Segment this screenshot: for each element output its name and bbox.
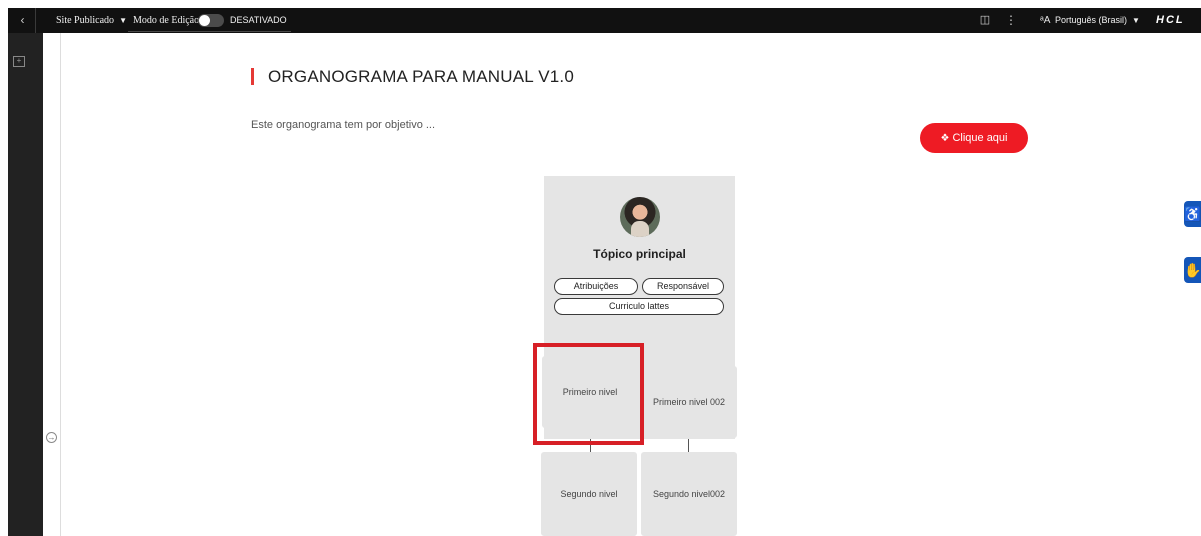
translate-icon: ᵃA [1040, 15, 1051, 26]
edit-mode-label: Modo de Edição: [133, 15, 202, 26]
org-node-segundo-nivel[interactable]: Segundo nivel [541, 452, 637, 536]
toolbar-bar: ‹ Site Publicado ▼ Modo de Edição: DESATI… [8, 8, 1201, 33]
left-sidebar: + [8, 33, 43, 536]
sidebar-divider [60, 33, 61, 536]
org-node-segundo-nivel-002[interactable]: Segundo nivel002 [641, 452, 737, 536]
attributions-button[interactable]: Atribuições [554, 278, 638, 295]
page-description: Este organograma tem por objetivo ... [251, 119, 436, 131]
root-title: Tópico principal [593, 247, 686, 261]
responsible-button[interactable]: Responsável [642, 278, 724, 295]
click-here-label: Clique aqui [952, 132, 1008, 144]
sign-language-icon[interactable]: ✋ [1184, 257, 1201, 283]
org-node-primeiro-nivel-002[interactable]: Primeiro nivel 002 [641, 366, 737, 438]
edit-mode-toggle[interactable] [198, 14, 224, 27]
toggle-knob [199, 15, 210, 26]
caret-down-icon: ▼ [119, 16, 127, 25]
language-selector[interactable]: Português (Brasil) ▼ [1055, 8, 1140, 33]
accessibility-icon[interactable]: ♿ [1184, 201, 1201, 227]
top-toolbar: ‹ Site Publicado ▼ Modo de Edição: DESATI… [0, 0, 1201, 33]
back-chevron-icon[interactable]: ‹ [10, 8, 36, 33]
avatar-body [631, 221, 649, 237]
site-published-dropdown[interactable]: Site Publicado ▼ [56, 8, 127, 33]
panel-icon[interactable]: ◫ [978, 8, 992, 33]
edit-mode-state: DESATIVADO [230, 15, 287, 25]
hcl-logo: HCL [1156, 14, 1185, 26]
expand-arrow-icon[interactable]: → [46, 432, 57, 443]
connector-right-down [688, 438, 689, 452]
toolbar-underline [128, 31, 291, 32]
title-accent-bar [251, 68, 254, 85]
language-label: Português (Brasil) [1055, 15, 1128, 25]
page-title: ORGANOGRAMA PARA MANUAL V1.0 [268, 67, 575, 86]
caret-down-icon: ▼ [1132, 16, 1140, 25]
avatar [620, 197, 660, 237]
kebab-icon[interactable]: ⋮ [1005, 8, 1017, 33]
curriculum-button[interactable]: Curriculo lattes [554, 298, 724, 315]
highlight-box [533, 343, 644, 445]
click-here-button[interactable]: ❖ Clique aqui [920, 123, 1028, 153]
site-published-label: Site Publicado [56, 15, 115, 26]
page-add-icon[interactable]: + [13, 56, 25, 67]
sitemap-icon: ❖ [940, 133, 950, 144]
